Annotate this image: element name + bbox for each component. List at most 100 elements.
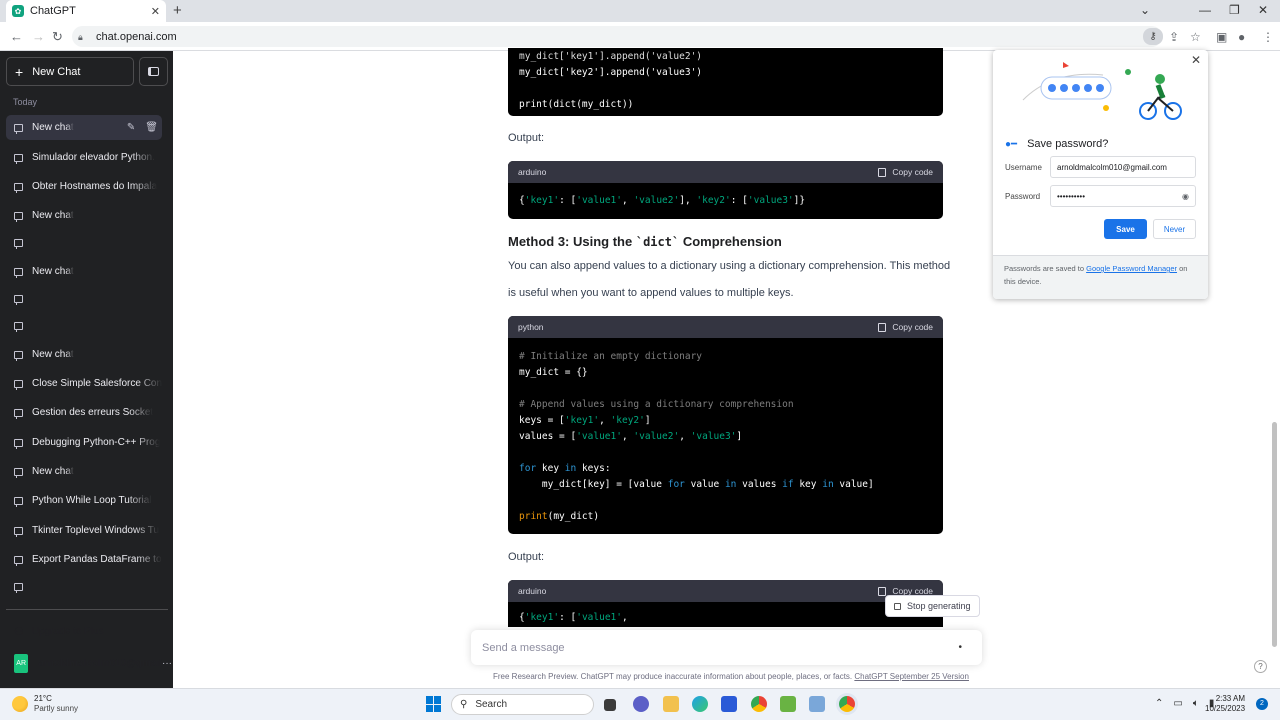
time: 2:33 AM [1215, 694, 1246, 703]
eye-icon[interactable]: ◉ [1182, 192, 1189, 201]
app-icon[interactable] [780, 696, 796, 712]
edit-icon[interactable]: ✎ [127, 122, 139, 133]
chat-item[interactable] [6, 230, 162, 255]
chrome-active-icon[interactable] [839, 696, 855, 712]
never-button[interactable]: Never [1153, 219, 1196, 239]
chat-item[interactable]: New chat [6, 259, 162, 284]
chat-item[interactable]: Debugging Python-C++ Prog [6, 430, 162, 455]
code-header: arduino Copy code [508, 161, 943, 183]
chrome-icon[interactable] [751, 696, 767, 712]
key-icon[interactable]: ⚷ [1143, 28, 1163, 45]
close-icon[interactable]: ✕ [1191, 53, 1201, 67]
weather-widget[interactable]: 21°C Partly sunny [12, 694, 78, 714]
user-name: arnoldmalcolm010@gmail [38, 658, 162, 669]
chat-bubble-icon [14, 238, 23, 249]
username-field[interactable]: arnoldmalcolm010@gmail.com [1050, 156, 1196, 178]
chat-item[interactable]: New chat [6, 459, 162, 484]
notification-badge[interactable]: 2 [1256, 698, 1268, 710]
stop-generating-button[interactable]: Stop generating [885, 595, 980, 617]
bookmark-star-icon[interactable]: ☆ [1190, 30, 1201, 44]
reload-icon[interactable]: ↻ [52, 29, 63, 45]
code-language: arduino [518, 167, 547, 177]
version-link[interactable]: ChatGPT September 25 Version [854, 672, 969, 681]
chat-item[interactable]: Gestion des erreurs Socket [6, 400, 162, 425]
message-input[interactable]: Send a message • [471, 630, 982, 665]
minimize-icon[interactable]: — [1199, 3, 1211, 17]
edge-icon[interactable] [692, 696, 708, 712]
scrollbar[interactable] [1272, 422, 1277, 647]
copy-code-button[interactable]: Copy code [878, 322, 933, 332]
chat-item[interactable]: New chat ✎ 🗑︎ [6, 115, 162, 140]
share-icon[interactable]: ⇪ [1169, 30, 1179, 44]
toggle-sidebar-button[interactable] [139, 57, 168, 86]
volume-icon[interactable]: 🔈︎ [1193, 698, 1199, 709]
password-field[interactable]: •••••••••• ◉ [1050, 185, 1196, 207]
new-chat-label: New Chat [32, 65, 81, 78]
close-window-icon[interactable]: ✕ [1258, 3, 1268, 17]
forward-icon[interactable]: → [32, 29, 45, 44]
chat-bubble-icon [14, 438, 23, 449]
chat-item-label: New chat [32, 122, 74, 133]
chevron-up-icon[interactable]: ⌃ [1155, 698, 1163, 709]
user-menu[interactable]: AR arnoldmalcolm010@gmail ··· [14, 654, 172, 673]
maximize-icon[interactable]: ❐ [1229, 3, 1240, 17]
app-icon[interactable] [809, 696, 825, 712]
network-icon[interactable]: ▭ [1173, 698, 1182, 709]
copy-code-label: Copy code [892, 322, 933, 332]
chat-item[interactable]: Python While Loop Tutorial [6, 488, 162, 513]
send-icon[interactable]: • [958, 642, 962, 653]
code-header: python Copy code [508, 316, 943, 338]
more-icon[interactable]: ··· [162, 658, 172, 669]
paragraph: You can also append values to a dictiona… [508, 260, 951, 272]
chat-item[interactable] [6, 574, 162, 599]
menu-icon[interactable]: ⋮ [1262, 30, 1274, 44]
chat-item[interactable]: Tkinter Toplevel Windows Tu [6, 518, 162, 543]
output-label: Output: [508, 551, 545, 563]
chat-item-label: New chat [32, 210, 74, 221]
tab-search-icon[interactable]: ⌄ [1140, 3, 1150, 17]
chat-item[interactable]: Simulador elevador Python. [6, 145, 162, 170]
chat-item-label: Gestion des erreurs Socket [32, 407, 154, 418]
sidebar-toggle-icon [148, 67, 159, 76]
task-view-icon[interactable] [604, 699, 616, 711]
chat-item[interactable]: New chat [6, 342, 162, 367]
chat-bubble-icon [14, 267, 23, 278]
chat-item[interactable]: Close Simple Salesforce Con [6, 371, 162, 396]
delete-icon[interactable]: 🗑︎ [145, 122, 162, 133]
start-icon[interactable] [426, 696, 442, 712]
upgrade-button[interactable]: ⚇ Upgrade to Plus [14, 625, 104, 638]
footer: Free Research Preview. ChatGPT may produ… [493, 672, 969, 681]
chat-item-label: Simulador elevador Python. [32, 152, 155, 163]
chat-bubble-icon [14, 153, 23, 164]
chat-item[interactable]: Export Pandas DataFrame to [6, 547, 162, 572]
side-panel-icon[interactable]: ▣ [1216, 30, 1227, 44]
back-icon[interactable]: ← [10, 29, 23, 44]
code-language: arduino [518, 586, 547, 596]
taskbar-search[interactable]: ⚲ Search [451, 694, 594, 715]
help-icon[interactable]: ? [1254, 660, 1267, 673]
tab-close-icon[interactable]: ✕ [151, 5, 160, 18]
copy-code-button[interactable]: Copy code [878, 167, 933, 177]
url-input[interactable]: 🔒︎ chat.openai.com [72, 26, 1162, 47]
chat-app-icon[interactable] [633, 696, 649, 712]
password-manager-link[interactable]: Google Password Manager [1086, 264, 1177, 273]
store-icon[interactable] [721, 696, 737, 712]
section-heading: Method 3: Using the `dict` Comprehension [508, 234, 782, 249]
chat-item[interactable]: Obter Hostnames do Impala [6, 174, 162, 199]
save-button[interactable]: Save [1104, 219, 1147, 239]
browser-tab[interactable]: ✿ ChatGPT ✕ [6, 0, 166, 22]
chat-item[interactable]: New chat [6, 203, 162, 228]
file-explorer-icon[interactable] [663, 696, 679, 712]
chat-item[interactable] [6, 313, 162, 338]
chat-item[interactable] [6, 286, 162, 311]
stop-icon [894, 602, 901, 610]
weather-icon [12, 696, 28, 712]
code-block: python Copy code # Initialize an empty d… [508, 316, 943, 534]
new-tab-button[interactable]: + [173, 2, 182, 19]
clock[interactable]: 2:33 AM 10/25/2023 [1205, 694, 1245, 714]
lock-icon: 🔒︎ [78, 31, 83, 42]
new-chat-button[interactable]: + New Chat [6, 57, 134, 86]
chat-item-label: New chat [32, 466, 74, 477]
chat-item-label: Close Simple Salesforce Con [32, 378, 162, 389]
profile-icon[interactable]: ● [1238, 30, 1245, 44]
